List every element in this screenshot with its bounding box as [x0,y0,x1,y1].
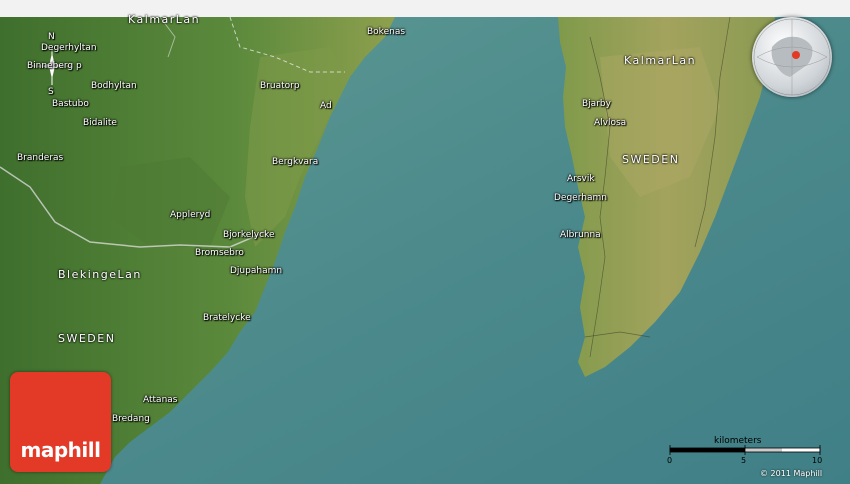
location-marker-icon [792,51,800,59]
scale-tick-0: 0 [667,456,673,465]
place-degerhamn[interactable]: Degerhamn [554,194,607,203]
place-binneberg[interactable]: Binneberg p [27,62,82,71]
place-bidalite[interactable]: Bidalite [83,119,117,128]
place-bratelycke[interactable]: Bratelycke [203,314,251,323]
place-bjarby[interactable]: Bjarby [582,100,611,109]
place-djupahamn[interactable]: Djupahamn [230,267,282,276]
place-arsvik[interactable]: Arsvik [567,175,595,184]
region-blekingelan: BlekingeLan [58,268,142,281]
compass-south-label: S [48,87,54,97]
locator-globe [752,17,832,97]
place-bruatorp[interactable]: Bruatorp [260,82,300,91]
place-bredang[interactable]: Bredang [112,415,150,424]
place-attanas[interactable]: Attanas [143,396,177,405]
logo-text: maphill [20,438,101,462]
place-bodhyltan[interactable]: Bodhyltan [91,82,137,91]
region-kalmarlan-top: KalmarLan [128,13,201,26]
scale-title: kilometers [714,436,762,446]
maphill-logo[interactable]: maphill [10,372,111,472]
place-branderas[interactable]: Branderas [17,154,63,163]
place-ad[interactable]: Ad [320,102,332,111]
place-alvlosa[interactable]: Alvlosa [594,119,626,128]
place-bjorkelycke[interactable]: Bjorkelycke [223,231,275,240]
place-degerhyltan[interactable]: Degerhyltan [41,44,97,53]
place-appleryd[interactable]: Appleryd [170,211,210,220]
place-bergkvara[interactable]: Bergkvara [272,158,318,167]
place-bromsebro[interactable]: Bromsebro [195,249,244,258]
place-albrunna[interactable]: Albrunna [560,231,601,240]
copyright-text: © 2011 Maphill [760,469,823,478]
place-bastubo[interactable]: Bastubo [52,100,89,109]
scale-tick-10: 10 [812,456,823,465]
region-kalmarlan-island: KalmarLan [624,54,697,67]
compass-north-label: N [48,32,55,42]
region-sweden-island: SWEDEN [622,153,680,166]
place-bokenas[interactable]: Bokenas [367,28,405,37]
scale-tick-5: 5 [741,456,747,465]
region-sweden-main: SWEDEN [58,332,116,345]
